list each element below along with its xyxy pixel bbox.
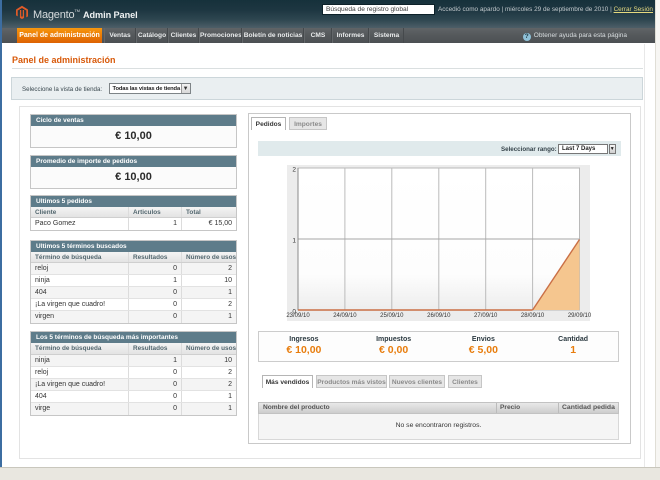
svg-text:27/09/10: 27/09/10 [474, 313, 498, 319]
svg-text:2: 2 [292, 167, 296, 174]
svg-text:25/09/10: 25/09/10 [380, 313, 404, 319]
svg-text:23/09/10: 23/09/10 [286, 313, 310, 319]
svg-text:1: 1 [292, 238, 296, 245]
svg-text:29/09/10: 29/09/10 [568, 313, 592, 319]
svg-text:26/09/10: 26/09/10 [427, 313, 451, 319]
svg-text:24/09/10: 24/09/10 [333, 313, 357, 319]
svg-text:28/09/10: 28/09/10 [521, 313, 545, 319]
